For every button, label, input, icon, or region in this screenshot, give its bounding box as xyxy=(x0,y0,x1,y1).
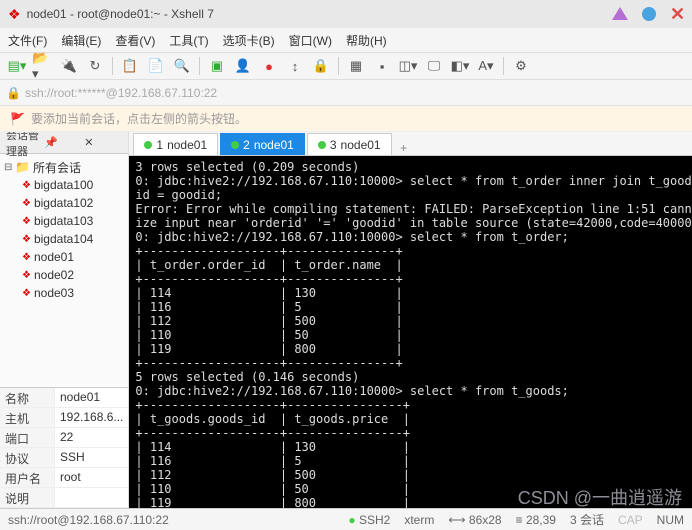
toolbar: ▤▾ 📂▾ 🔌 ↻ 📋 📄 🔍 ▣ 👤 ● ↕ 🔒 ▦ ▪ ◫▾ 🖵 ◧▾ A▾… xyxy=(0,52,692,80)
session-tree: ⊟ 📁 所有会话 ❖bigdata100 ❖bigdata102 ❖bigdat… xyxy=(0,154,128,387)
prop-row: 端口22 xyxy=(0,428,128,448)
terminal[interactable]: 3 rows selected (0.209 seconds) 0: jdbc:… xyxy=(129,156,692,508)
connect-icon[interactable]: 🔌 xyxy=(58,55,80,77)
session-item[interactable]: ❖bigdata104 xyxy=(4,230,124,248)
menu-edit[interactable]: 编辑(E) xyxy=(61,32,101,49)
session-icon: ❖ xyxy=(22,270,31,281)
screen-icon[interactable]: 🖵 xyxy=(423,55,445,77)
session-item[interactable]: ❖bigdata100 xyxy=(4,176,124,194)
infobar-text: 要添加当前会话，点击左侧的箭头按钮。 xyxy=(31,110,247,127)
status-connection: ssh://root@192.168.67.110:22 xyxy=(8,513,334,527)
status-pos: ≡ 28,39 xyxy=(516,513,556,527)
status-term: xterm xyxy=(404,513,434,527)
new-session-icon[interactable]: ▤▾ xyxy=(6,55,28,77)
status-ssh: ● SSH2 xyxy=(348,513,390,527)
menubar: 文件(F) 编辑(E) 查看(V) 工具(T) 选项卡(B) 窗口(W) 帮助(… xyxy=(0,28,692,52)
statusbar: ssh://root@192.168.67.110:22 ● SSH2 xter… xyxy=(0,508,692,530)
menu-view[interactable]: 查看(V) xyxy=(115,32,155,49)
status-dot-icon xyxy=(318,141,326,149)
session-icon: ❖ xyxy=(22,288,31,299)
status-caps: CAP xyxy=(618,513,643,527)
prop-row: 名称node01 xyxy=(0,388,128,408)
menu-tools[interactable]: 工具(T) xyxy=(169,32,208,49)
session-icon: ❖ xyxy=(22,234,31,245)
tab-2[interactable]: 2 node01 xyxy=(220,133,305,155)
minimize-icon[interactable] xyxy=(612,7,628,20)
split-icon[interactable]: ◫▾ xyxy=(397,55,419,77)
tabstrip: 1 node01 2 node01 3 node01 + ◂ ▸ ▾ xyxy=(129,132,692,156)
color-icon[interactable]: ◧▾ xyxy=(449,55,471,77)
separator xyxy=(503,57,504,75)
settings-icon[interactable]: ⚙ xyxy=(510,55,532,77)
separator xyxy=(199,57,200,75)
session-item[interactable]: ❖bigdata102 xyxy=(4,194,124,212)
record-icon[interactable]: ● xyxy=(258,55,280,77)
copy-icon[interactable]: 📋 xyxy=(119,55,141,77)
menu-file[interactable]: 文件(F) xyxy=(8,32,47,49)
session-icon: ❖ xyxy=(22,180,31,191)
window-title: node01 - root@node01:~ - Xshell 7 xyxy=(27,7,612,21)
close-panel-icon[interactable]: ✕ xyxy=(82,136,122,149)
session-icon: ❖ xyxy=(22,252,31,263)
app-icon: ❖ xyxy=(8,6,21,23)
maximize-icon[interactable] xyxy=(642,7,656,21)
lock-small-icon: 🔒 xyxy=(6,86,21,100)
pin-icon[interactable]: 📌 xyxy=(42,136,82,149)
prop-row: 说明 xyxy=(0,488,128,508)
menu-tabs[interactable]: 选项卡(B) xyxy=(223,32,275,49)
reconnect-icon[interactable]: ↻ xyxy=(84,55,106,77)
prop-row: 协议SSH xyxy=(0,448,128,468)
font-icon[interactable]: A▾ xyxy=(475,55,497,77)
titlebar: ❖ node01 - root@node01:~ - Xshell 7 ✕ xyxy=(0,0,692,28)
prop-row: 主机192.168.6... xyxy=(0,408,128,428)
session-item[interactable]: ❖node01 xyxy=(4,248,124,266)
properties-panel: 名称node01 主机192.168.6... 端口22 协议SSH 用户名ro… xyxy=(0,387,128,508)
window-controls: ✕ xyxy=(612,7,684,21)
flag-icon: 🚩 xyxy=(10,112,25,126)
sidebar: 会话管理器 📌 ✕ ⊟ 📁 所有会话 ❖bigdata100 ❖bigdata1… xyxy=(0,132,129,508)
session-item[interactable]: ❖node02 xyxy=(4,266,124,284)
tree-root[interactable]: ⊟ 📁 所有会话 xyxy=(4,158,124,176)
status-dot-icon xyxy=(144,141,152,149)
session-manager-header: 会话管理器 📌 ✕ xyxy=(0,132,128,154)
open-icon[interactable]: 📂▾ xyxy=(32,55,54,77)
lock-icon[interactable]: 🔒 xyxy=(310,55,332,77)
tab-1[interactable]: 1 node01 xyxy=(133,133,218,155)
scroll-icon[interactable]: ↕ xyxy=(284,55,306,77)
status-size: ⟷ 86x28 xyxy=(448,513,501,527)
separator xyxy=(338,57,339,75)
user-icon[interactable]: 👤 xyxy=(232,55,254,77)
session-icon: ❖ xyxy=(22,216,31,227)
main-area: 会话管理器 📌 ✕ ⊟ 📁 所有会话 ❖bigdata100 ❖bigdata1… xyxy=(0,132,692,508)
session-item[interactable]: ❖node03 xyxy=(4,284,124,302)
infobar: 🚩 要添加当前会话，点击左侧的箭头按钮。 xyxy=(0,106,692,132)
menu-help[interactable]: 帮助(H) xyxy=(346,32,387,49)
paste-icon[interactable]: 📄 xyxy=(145,55,167,77)
terminal-area: 1 node01 2 node01 3 node01 + ◂ ▸ ▾ 3 row… xyxy=(129,132,692,508)
prop-row: 用户名root xyxy=(0,468,128,488)
quick-cmd-icon[interactable]: ▣ xyxy=(206,55,228,77)
status-sessions: 3 会话 xyxy=(570,511,604,528)
separator xyxy=(112,57,113,75)
status-num: NUM xyxy=(657,513,684,527)
collapse-icon[interactable]: ⊟ xyxy=(4,162,15,173)
tile-icon[interactable]: ▦ xyxy=(345,55,367,77)
tile2-icon[interactable]: ▪ xyxy=(371,55,393,77)
addressbar: 🔒 ssh://root:******@192.168.67.110:22 xyxy=(0,80,692,106)
folder-icon: 📁 xyxy=(15,160,30,174)
status-dot-icon xyxy=(231,141,239,149)
tree-root-label: 所有会话 xyxy=(33,159,81,176)
tab-3[interactable]: 3 node01 xyxy=(307,133,392,155)
session-item[interactable]: ❖bigdata103 xyxy=(4,212,124,230)
address-text[interactable]: ssh://root:******@192.168.67.110:22 xyxy=(25,86,217,100)
close-icon[interactable]: ✕ xyxy=(670,7,684,21)
menu-window[interactable]: 窗口(W) xyxy=(289,32,332,49)
session-icon: ❖ xyxy=(22,198,31,209)
ssh-dot-icon: ● xyxy=(348,513,355,527)
search-icon[interactable]: 🔍 xyxy=(171,55,193,77)
tab-add-button[interactable]: + xyxy=(394,141,414,155)
